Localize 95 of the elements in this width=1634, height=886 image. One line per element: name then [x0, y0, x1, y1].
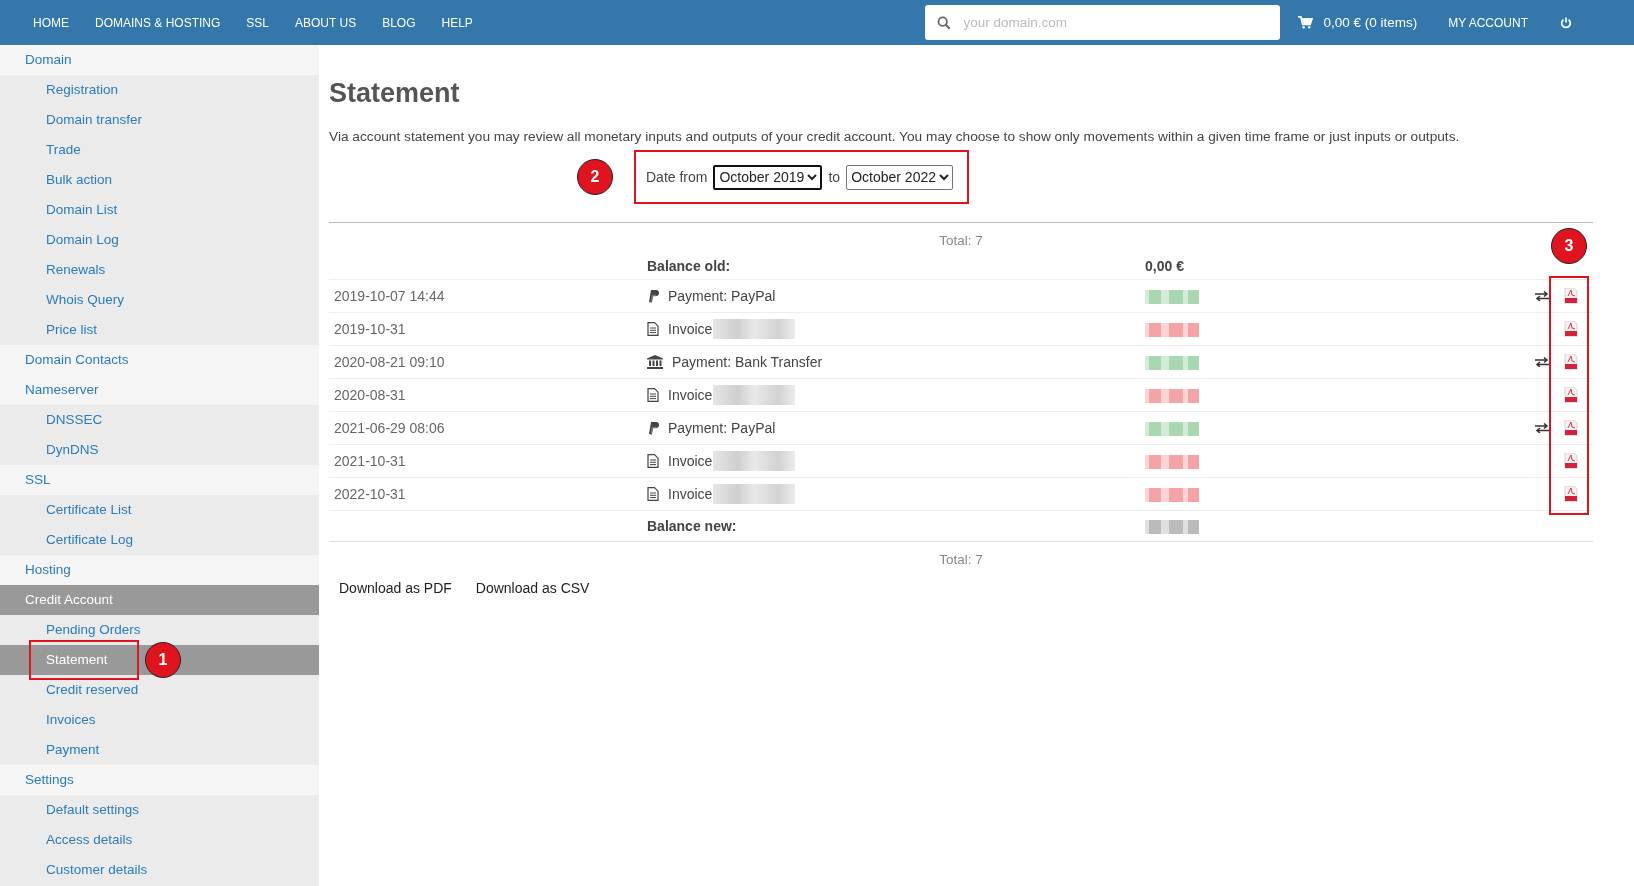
sidebar-item[interactable]: Price list: [46, 322, 97, 337]
sidebar-item[interactable]: Statement: [46, 652, 108, 667]
nav-link[interactable]: HELP: [428, 15, 486, 30]
document-icon: [647, 487, 659, 501]
blurred-amount: [1145, 520, 1199, 535]
sidebar-item[interactable]: Bulk action: [46, 172, 113, 187]
transfer-icon[interactable]: [1535, 423, 1549, 433]
transfer-icon[interactable]: [1535, 357, 1549, 367]
nav-link[interactable]: HOME: [20, 15, 82, 30]
sidebar-item[interactable]: Domain transfer: [46, 112, 143, 127]
pdf-icon[interactable]: [1564, 321, 1578, 337]
cart-link[interactable]: 0,00 € (0 items): [1323, 15, 1418, 30]
sidebar-item[interactable]: Domain List: [46, 202, 118, 217]
date-cell-text: 2020-08-31: [333, 387, 407, 403]
sidebar-item[interactable]: Registration: [46, 82, 119, 97]
nav-link[interactable]: DOMAINS & HOSTING: [82, 15, 234, 30]
blurred-amount: [1145, 422, 1199, 437]
blurred-amount: [1145, 290, 1199, 305]
to-label: to: [828, 169, 841, 185]
sidebar-item[interactable]: DynDNS: [46, 442, 99, 457]
sidebar-item[interactable]: SSL: [0, 465, 319, 495]
date-cell-text: 2019-10-31: [333, 321, 407, 337]
balance-label: Balance new:: [647, 518, 738, 534]
date-label: Date from: [646, 169, 708, 185]
sidebar-item[interactable]: Customer details: [46, 862, 148, 877]
nav-link[interactable]: SSL: [233, 15, 283, 30]
sidebar-item[interactable]: Certificate List: [46, 502, 132, 517]
document-icon: [647, 322, 659, 336]
document-icon: [647, 454, 659, 468]
sidebar-item[interactable]: Domain: [0, 45, 319, 75]
pdf-icon[interactable]: [1564, 486, 1578, 502]
paypal-icon: [647, 289, 659, 303]
download-link[interactable]: Download as PDF: [339, 580, 452, 596]
description-cell: Invoice: [668, 321, 713, 337]
sidebar-item[interactable]: Access details: [46, 832, 133, 847]
document-icon: [647, 388, 659, 402]
paypal-icon: [647, 421, 659, 435]
total-count: Total: 7: [939, 552, 983, 567]
nav-link[interactable]: ABOUT US: [282, 15, 370, 30]
pdf-icon[interactable]: [1564, 288, 1578, 304]
month-select[interactable]: October 2022: [846, 164, 954, 190]
power-icon[interactable]: [1560, 16, 1572, 29]
pdf-icon[interactable]: [1564, 453, 1578, 469]
sidebar-item[interactable]: Invoices: [46, 712, 96, 727]
sidebar-item[interactable]: Payment: [46, 742, 100, 757]
description-cell: Invoice: [668, 387, 713, 403]
sidebar-item[interactable]: Default settings: [46, 802, 140, 817]
date-cell-text: 2022-10-31: [333, 486, 407, 502]
sidebar-item[interactable]: Nameserver: [0, 375, 319, 405]
date-cell-text: 2021-06-29 08:06: [333, 420, 446, 436]
sidebar-item[interactable]: Whois Query: [46, 292, 125, 307]
pdf-icon[interactable]: [1564, 354, 1578, 370]
description-cell: Invoice: [668, 486, 713, 502]
sidebar-item[interactable]: Credit reserved: [46, 682, 139, 697]
balance-amount: 0,00 €: [1145, 258, 1185, 274]
blurred-amount: [1145, 356, 1199, 371]
blurred-amount: [1145, 488, 1199, 503]
callout-number: 2: [577, 159, 613, 195]
sidebar-item[interactable]: Settings: [0, 765, 319, 795]
sidebar-item[interactable]: Domain Log: [46, 232, 119, 247]
callout-number: 3: [1551, 228, 1587, 264]
date-cell-text: 2020-08-21 09:10: [333, 354, 446, 370]
description-cell: Payment: PayPal: [668, 420, 776, 436]
download-link[interactable]: Download as CSV: [475, 580, 590, 596]
sidebar-item[interactable]: Pending Orders: [46, 622, 141, 637]
sidebar-item[interactable]: Trade: [46, 142, 81, 157]
month-select[interactable]: October 2019: [713, 164, 823, 190]
description-cell: Invoice: [668, 453, 713, 469]
sidebar-item[interactable]: Hosting: [0, 555, 319, 585]
cart-icon[interactable]: [1298, 16, 1314, 29]
description-cell: Payment: Bank Transfer: [672, 354, 823, 370]
balance-label: Balance old:: [647, 258, 732, 274]
date-cell-text: 2021-10-31: [333, 453, 407, 469]
blurred-amount: [1145, 323, 1199, 338]
total-count: Total: 7: [939, 233, 983, 248]
sidebar-item[interactable]: Certificate Log: [46, 532, 134, 547]
callout-number: 1: [145, 642, 181, 678]
blurred-amount: [1145, 455, 1199, 470]
nav-link[interactable]: BLOG: [369, 15, 429, 30]
date-cell-text: 2019-10-07 14:44: [333, 288, 446, 304]
pdf-icon[interactable]: [1564, 387, 1578, 403]
sidebar-item[interactable]: Credit Account: [0, 585, 319, 615]
search-field[interactable]: your domain.com: [925, 5, 1281, 40]
sidebar-item[interactable]: DNSSEC: [46, 412, 103, 427]
sidebar-item[interactable]: Renewals: [46, 262, 106, 277]
description-cell: Payment: PayPal: [668, 288, 776, 304]
page-title: Statement: [329, 78, 461, 109]
blurred-amount: [1145, 389, 1199, 404]
transfer-icon[interactable]: [1535, 291, 1549, 301]
search-icon: [937, 16, 952, 30]
account-link[interactable]: MY ACCOUNT: [1434, 15, 1542, 30]
sidebar-item[interactable]: Domain Contacts: [0, 345, 319, 375]
intro-text: Via account statement you may review all monetary inputs and outputs of your credit account. You may choose to show only movements within a given time frame or just inputs or outputs.: [329, 129, 1461, 144]
bank-icon: [647, 355, 663, 369]
pdf-icon[interactable]: [1564, 420, 1578, 436]
